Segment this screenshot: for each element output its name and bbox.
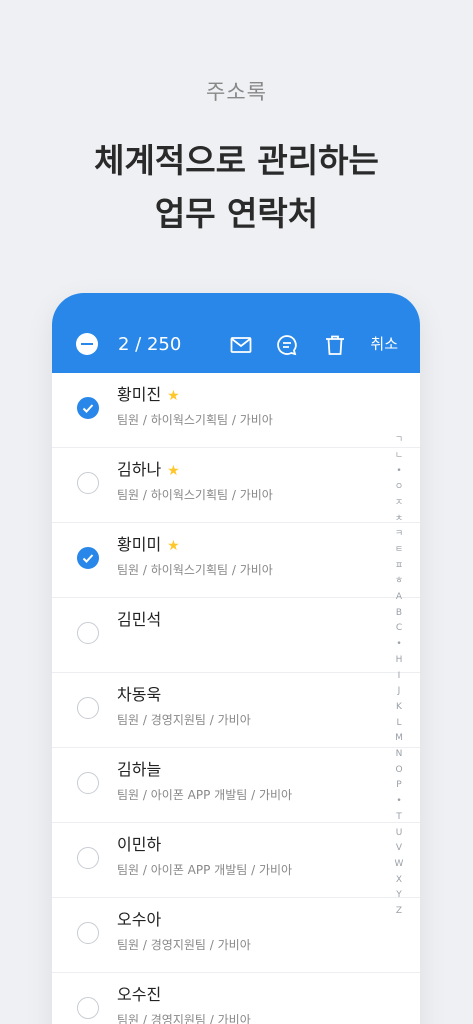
mail-icon[interactable] [229,333,253,357]
unchecked-circle-icon[interactable] [77,697,99,719]
index-letter[interactable]: B [393,606,405,622]
contact-department: 팀원 / 경영지원팀 / 가비아 [117,713,251,727]
contact-list: 황미진 ★ 팀원 / 하이웍스기획팀 / 가비아 김하나 ★ 팀원 / 하이웍스기획팀 /… [52,373,420,1024]
index-letter[interactable]: C [393,621,405,637]
contact-row[interactable]: 황미진 ★ 팀원 / 하이웍스기획팀 / 가비아 [52,373,420,448]
headline-line1: 체계적으로 관리하는 [94,141,379,180]
index-letter[interactable]: I [393,669,405,685]
selection-toolbar: 2 / 250 취소 [52,293,420,373]
contact-department: 팀원 / 하이웍스기획팀 / 가비아 [117,488,273,502]
index-letter[interactable]: Y [393,888,405,904]
contact-name: 김하늘 [117,759,161,781]
contact-name: 김민석 [117,609,161,631]
contact-name-text: 오수아 [117,910,162,929]
index-letter[interactable]: ㅌ [393,543,405,559]
star-icon[interactable]: ★ [167,388,180,404]
index-letter[interactable]: ㅍ [393,559,405,575]
checked-circle-icon[interactable] [77,547,99,569]
contact-department: 팀원 / 경영지원팀 / 가비아 [117,1013,251,1024]
contact-row[interactable]: 오수아팀원 / 경영지원팀 / 가비아 [52,898,420,973]
contact-name: 황미미 ★ [117,534,180,557]
contact-name-text: 김하나 [117,460,162,479]
index-letter[interactable]: T [393,810,405,826]
unchecked-circle-icon[interactable] [77,622,99,644]
index-letter[interactable]: • [393,464,405,480]
index-letter[interactable]: V [393,841,405,857]
page-headline: 체계적으로 관리하는 업무 연락처 [0,134,473,240]
index-letter[interactable]: K [393,700,405,716]
contact-row[interactable]: 김민석 [52,598,420,673]
index-letter[interactable]: A [393,590,405,606]
unchecked-circle-icon[interactable] [77,997,99,1019]
contact-row[interactable]: 차동욱팀원 / 경영지원팀 / 가비아 [52,673,420,748]
index-letter[interactable]: ㅎ [393,574,405,590]
contact-name: 차동욱 [117,684,161,706]
index-letter[interactable]: J [393,684,405,700]
contact-name: 이민하 [117,834,161,856]
index-letter[interactable]: O [393,763,405,779]
unchecked-circle-icon[interactable] [77,922,99,944]
unchecked-circle-icon[interactable] [77,772,99,794]
contact-department: 팀원 / 아이폰 APP 개발팀 / 가비아 [117,863,293,877]
index-letter[interactable]: U [393,826,405,842]
index-letter[interactable]: ㅋ [393,527,405,543]
contact-row[interactable]: 김하늘팀원 / 아이폰 APP 개발팀 / 가비아 [52,748,420,823]
index-letter[interactable]: • [393,637,405,653]
checked-circle-icon[interactable] [77,397,99,419]
alphabet-index[interactable]: ㄱㄴ • ㅇㅈㅊㅋㅌㅍㅎ A B C • H I J K L M N O P • T U V W X Y Z [393,433,405,920]
contact-department: 팀원 / 하이웍스기획팀 / 가비아 [117,563,273,577]
index-letter[interactable]: ㅇ [393,480,405,496]
contact-department: 팀원 / 아이폰 APP 개발팀 / 가비아 [117,788,293,802]
headline-line2: 업무 연락처 [154,194,319,233]
contact-row[interactable]: 황미미 ★ 팀원 / 하이웍스기획팀 / 가비아 [52,523,420,598]
page-caption: 주소록 [206,80,267,104]
unchecked-circle-icon[interactable] [77,847,99,869]
index-letter[interactable]: ㅈ [393,496,405,512]
contact-name-text: 김민석 [117,610,162,629]
index-letter[interactable]: Z [393,904,405,920]
contact-name-text: 오수진 [117,985,162,1004]
star-icon[interactable]: ★ [167,463,180,479]
contact-name-text: 황미진 [117,385,162,404]
star-icon[interactable]: ★ [167,538,180,554]
trash-icon[interactable] [323,333,347,357]
contact-name: 김하나 ★ [117,459,180,482]
index-letter[interactable]: N [393,747,405,763]
contact-name-text: 황미미 [117,535,162,554]
contact-name: 오수진 [117,984,161,1006]
index-letter[interactable]: L [393,716,405,732]
contact-name: 황미진 ★ [117,384,180,407]
phone-frame: 2 / 250 취소 황미진 ★ 팀원 / 하이웍스기획팀 / 가비아 김하나 ★ 팀원 … [52,293,420,1024]
index-letter[interactable]: ㅊ [393,512,405,528]
index-letter[interactable]: H [393,653,405,669]
contact-department: 팀원 / 경영지원팀 / 가비아 [117,938,251,952]
index-letter[interactable]: M [393,731,405,747]
contact-row[interactable]: 이민하팀원 / 아이폰 APP 개발팀 / 가비아 [52,823,420,898]
contact-name: 오수아 [117,909,161,931]
contact-department: 팀원 / 하이웍스기획팀 / 가비아 [117,413,273,427]
chat-icon[interactable] [275,333,299,357]
index-letter[interactable]: ㄱ [393,433,405,449]
index-letter[interactable]: X [393,873,405,889]
index-letter[interactable]: P [393,778,405,794]
cancel-button[interactable]: 취소 [370,333,398,355]
contact-row[interactable]: 김하나 ★ 팀원 / 하이웍스기획팀 / 가비아 [52,448,420,523]
contact-name-text: 차동욱 [117,685,162,704]
contact-name-text: 김하늘 [117,760,162,779]
deselect-all-button[interactable] [76,333,98,355]
selection-count: 2 / 250 [118,334,182,355]
index-letter[interactable]: ㄴ [393,449,405,465]
index-letter[interactable]: • [393,794,405,810]
contact-row[interactable]: 오수진팀원 / 경영지원팀 / 가비아 [52,973,420,1024]
index-letter[interactable]: W [393,857,405,873]
contact-name-text: 이민하 [117,835,162,854]
unchecked-circle-icon[interactable] [77,472,99,494]
